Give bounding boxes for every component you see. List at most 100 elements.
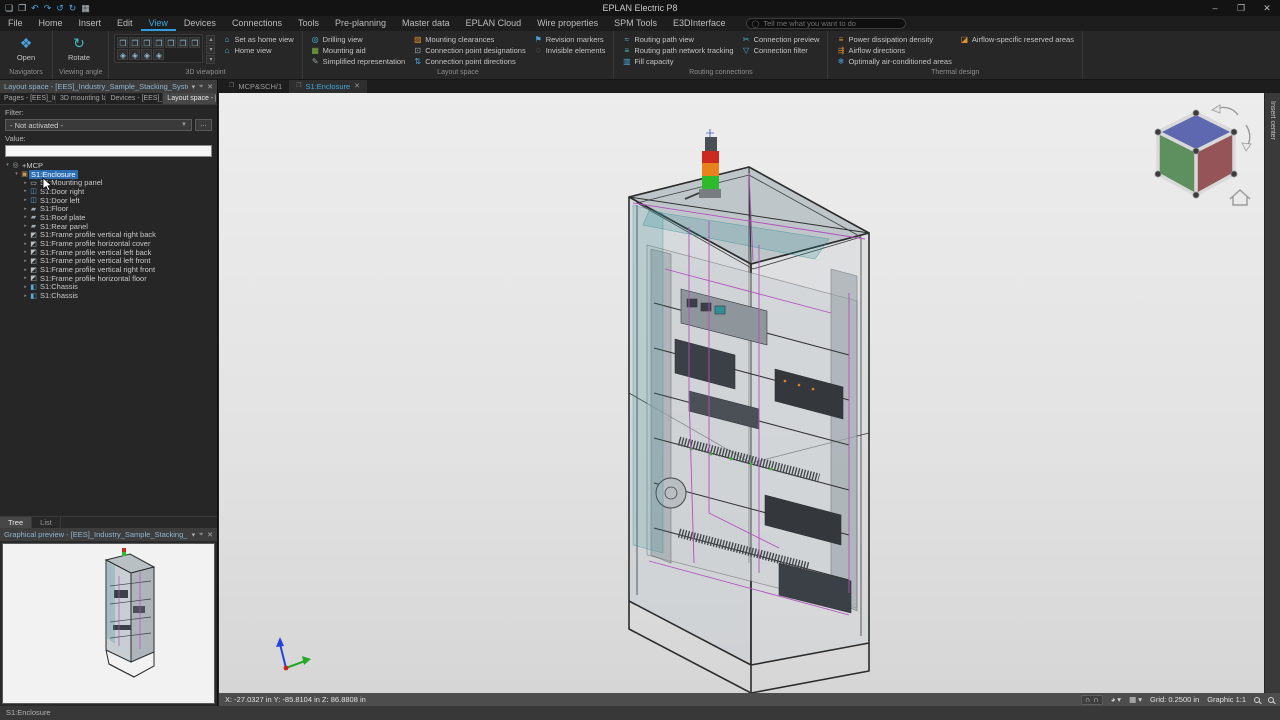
invisible-elements-button[interactable]: ◌Invisible elements [531, 45, 609, 56]
tree-item-s1-frame-profile-vertical-left-back[interactable]: ▸◩S1:Frame profile vertical left back [0, 248, 217, 257]
expander-closed-icon[interactable]: ▸ [22, 258, 29, 264]
preview-pin-icon[interactable]: ⌖ [199, 531, 203, 539]
search-box[interactable]: ◯ [746, 18, 906, 29]
tree-item-s1-door-right[interactable]: ▸◫S1:Door right [0, 187, 217, 196]
expander-closed-icon[interactable]: ▸ [22, 206, 29, 212]
viewpoint-cube-icon[interactable]: ❒ [129, 37, 140, 48]
expander-closed-icon[interactable]: ▸ [22, 293, 29, 299]
filter-browse-button[interactable]: ... [195, 119, 212, 131]
connection-point-directions-button[interactable]: ⇅Connection point directions [410, 56, 529, 67]
navigation-cube-widget[interactable] [1146, 101, 1256, 213]
tree-item-s1-door-left[interactable]: ▸◫S1:Door left [0, 196, 217, 205]
viewpoint-sphere-icon[interactable]: ◈ [153, 49, 164, 60]
menu-master-data[interactable]: Master data [394, 16, 458, 31]
airflow-directions-button[interactable]: ⇶Airflow directions [833, 45, 954, 56]
search-input[interactable] [763, 19, 899, 28]
3d-viewport[interactable]: Insert center [219, 93, 1280, 693]
tree-item-s1-frame-profile-vertical-right-front[interactable]: ▸◩S1:Frame profile vertical right front [0, 265, 217, 274]
tree-item-s1-rear-panel[interactable]: ▸▰S1:Rear panel [0, 222, 217, 231]
redo-list-icon[interactable]: ↻ [69, 0, 77, 16]
tree-item-s1-enclosure[interactable]: ▾▣S1:Enclosure [0, 170, 217, 179]
menu-file[interactable]: File [0, 16, 31, 31]
open-icon[interactable]: ❐ [18, 0, 26, 16]
minimize-button[interactable]: – [1202, 0, 1228, 16]
tree-item-mcp[interactable]: ▾◎+MCP [0, 161, 217, 170]
menu-eplan-cloud[interactable]: EPLAN Cloud [458, 16, 530, 31]
viewpoint-cube-icon[interactable]: ❒ [117, 37, 128, 48]
set-as-home-view-button[interactable]: ⌂Set as home view [219, 34, 296, 45]
filter-combobox[interactable]: - Not activated - ▼ [5, 119, 192, 131]
viewpoint-sphere-icon[interactable]: ◈ [141, 49, 152, 60]
tree-item-s1-frame-profile-horizontal-cover[interactable]: ▸◩S1:Frame profile horizontal cover [0, 239, 217, 248]
menu-edit[interactable]: Edit [109, 16, 141, 31]
preview-canvas[interactable] [2, 543, 215, 704]
navigator-tab-3d-mounting-lay[interactable]: 3D mounting lay... [56, 93, 106, 104]
scroll-up-icon[interactable]: ▴ [206, 35, 215, 44]
optimally-air-conditioned-areas-button[interactable]: ❄Optimally air-conditioned areas [833, 56, 954, 67]
menu-home[interactable]: Home [31, 16, 71, 31]
tree-item-s1-floor[interactable]: ▸▰S1:Floor [0, 204, 217, 213]
view-tab-list[interactable]: List [32, 517, 61, 528]
flyout-icon[interactable]: ▾ [206, 55, 215, 64]
viewpoint-cube-icon[interactable]: ❒ [165, 37, 176, 48]
open-button[interactable]: ❖Open [5, 33, 47, 62]
expander-closed-icon[interactable]: ▸ [22, 214, 29, 220]
document-tab-s1-enclosure[interactable]: ❒S1:Enclosure✕ [289, 80, 367, 93]
menu-pre-planning[interactable]: Pre-planning [327, 16, 394, 31]
expander-closed-icon[interactable]: ▸ [22, 180, 29, 186]
new-icon[interactable]: ❏ [5, 0, 13, 16]
panel-pin-icon[interactable]: ⌖ [199, 83, 203, 91]
restore-button[interactable]: ❐ [1228, 0, 1254, 16]
value-input[interactable] [5, 145, 212, 157]
menu-wire-properties[interactable]: Wire properties [529, 16, 606, 31]
tree-item-s1-frame-profile-vertical-left-front[interactable]: ▸◩S1:Frame profile vertical left front [0, 257, 217, 266]
menu-e3dinterface[interactable]: E3DInterface [665, 16, 734, 31]
expander-closed-icon[interactable]: ▸ [22, 241, 29, 247]
home-view-button[interactable]: ⌂Home view [219, 45, 296, 56]
navigator-tab-devices-ees-in[interactable]: Devices - [EES]_In... [106, 93, 163, 104]
connection-filter-button[interactable]: ▽Connection filter [739, 45, 823, 56]
layer-icon[interactable]: ◕ ▾ [1111, 695, 1121, 705]
insert-center-dock[interactable]: Insert center [1264, 93, 1280, 693]
tree-item-s1-chassis[interactable]: ▸◧S1:Chassis [0, 283, 217, 292]
menu-connections[interactable]: Connections [224, 16, 290, 31]
document-tab-mcp-sch-1[interactable]: ❒MCP&SCH/1 [222, 80, 289, 93]
mounting-aid-button[interactable]: ▦Mounting aid [308, 45, 409, 56]
logic-snap-icon[interactable]: ∩ [1085, 695, 1090, 705]
drilling-view-button[interactable]: ◎Drilling view [308, 34, 409, 45]
routing-path-network-tracking-button[interactable]: ≡Routing path network tracking [619, 45, 736, 56]
rotate-button[interactable]: ↻Rotate [58, 33, 100, 62]
close-button[interactable]: ✕ [1254, 0, 1280, 16]
panel-dropdown-icon[interactable]: ▾ [192, 83, 196, 91]
routing-path-view-button[interactable]: ≈Routing path view [619, 34, 736, 45]
mounting-clearances-button[interactable]: ▨Mounting clearances [410, 34, 529, 45]
grid-display-icon[interactable]: ▦ ▾ [1129, 695, 1142, 705]
viewpoint-cube-icon[interactable]: ❒ [141, 37, 152, 48]
expander-closed-icon[interactable]: ▸ [22, 197, 29, 203]
expander-closed-icon[interactable]: ▸ [22, 284, 29, 290]
tree-item-s1-frame-profile-vertical-right-back[interactable]: ▸◩S1:Frame profile vertical right back [0, 231, 217, 240]
connection-point-designations-button[interactable]: ⊡Connection point designations [410, 45, 529, 56]
tab-close-icon[interactable]: ✕ [354, 80, 360, 93]
navigator-tab-layout-space-e[interactable]: Layout space - [E... [163, 93, 217, 104]
preview-close-icon[interactable]: ✕ [207, 531, 213, 539]
viewpoint-sphere-icon[interactable]: ◈ [129, 49, 140, 60]
menu-spm-tools[interactable]: SPM Tools [606, 16, 665, 31]
connection-preview-button[interactable]: ✂Connection preview [739, 34, 823, 45]
navigator-tab-pages-ees-ind[interactable]: Pages - [EES]_Ind... [0, 93, 56, 104]
expander-open-icon[interactable]: ▾ [13, 171, 20, 177]
expander-closed-icon[interactable]: ▸ [22, 267, 29, 273]
view-tab-tree[interactable]: Tree [0, 517, 32, 528]
menu-tools[interactable]: Tools [290, 16, 327, 31]
redo-icon[interactable]: ↷ [44, 0, 52, 16]
undo-icon[interactable]: ↶ [31, 0, 39, 16]
grid-snap-icon[interactable]: ∩ [1093, 695, 1098, 705]
zoom-in-icon[interactable] [1254, 697, 1260, 703]
panel-close-icon[interactable]: ✕ [207, 83, 213, 91]
preview-dropdown-icon[interactable]: ▾ [192, 531, 196, 539]
tree-item-s1-roof-plate[interactable]: ▸▰S1:Roof plate [0, 213, 217, 222]
zoom-window-icon[interactable] [1268, 697, 1274, 703]
tree-item-s1-mounting-panel[interactable]: ▸▭S1:Mounting panel [0, 178, 217, 187]
undo-list-icon[interactable]: ↺ [56, 0, 64, 16]
tree-item-s1-frame-profile-horizontal-floor[interactable]: ▸◩S1:Frame profile horizontal floor [0, 274, 217, 283]
